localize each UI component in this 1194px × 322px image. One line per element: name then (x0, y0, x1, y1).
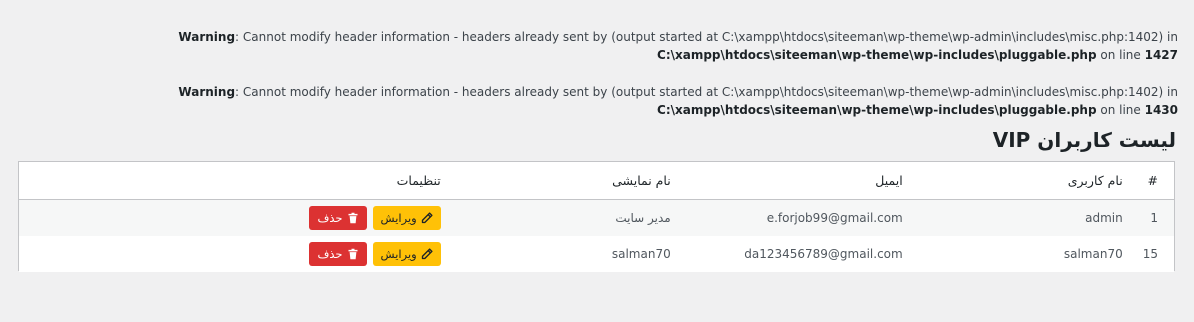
vip-users-table: # نام کاربری ایمیل نام نمایشی تنظیمات 1 … (18, 161, 1175, 272)
warning-label: Warning (178, 30, 236, 44)
column-header-username: نام کاربری (912, 162, 1133, 200)
column-header-settings: تنظیمات (19, 162, 451, 200)
edit-button[interactable]: ویرایش (372, 242, 441, 266)
php-warning: Warning: Cannot modify header informatio… (17, 28, 1178, 64)
pencil-icon (421, 248, 433, 260)
trash-icon (347, 212, 359, 224)
cell-id: 15 (1132, 236, 1174, 272)
edit-label: ویرایش (380, 247, 417, 261)
trash-icon (347, 248, 359, 260)
cell-id: 1 (1132, 199, 1174, 236)
cell-email: e.forjob99@gmail.com (680, 199, 913, 236)
warning-file: C:\xampp\htdocs\siteeman\wp-theme\wp-inc… (657, 48, 1097, 62)
edit-label: ویرایش (380, 211, 417, 225)
cell-actions: ویرایش حذف (19, 199, 451, 236)
edit-button[interactable]: ویرایش (372, 206, 441, 230)
cell-username: admin (912, 199, 1133, 236)
delete-label: حذف (317, 211, 343, 225)
delete-button[interactable]: حذف (309, 206, 367, 230)
delete-button[interactable]: حذف (309, 242, 367, 266)
column-header-email: ایمیل (680, 162, 913, 200)
warning-on-line: on line (1096, 103, 1145, 117)
table-row: 15 salman70 da123456789@gmail.com salman… (19, 236, 1174, 272)
cell-username: salman70 (912, 236, 1133, 272)
cell-actions: ویرایش حذف (19, 236, 451, 272)
warning-label: Warning (178, 85, 236, 99)
pencil-icon (421, 212, 433, 224)
warning-message: : Cannot modify header information - hea… (235, 30, 1178, 44)
page-title: لیست کاربران VIP (992, 128, 1176, 152)
warning-on-line: on line (1096, 48, 1145, 62)
column-header-display-name: نام نمایشی (450, 162, 681, 200)
warning-message: : Cannot modify header information - hea… (235, 85, 1178, 99)
cell-display-name: مدیر سایت (450, 199, 681, 236)
php-warning: Warning: Cannot modify header informatio… (17, 83, 1178, 119)
column-header-id: # (1132, 162, 1174, 200)
table-header-row: # نام کاربری ایمیل نام نمایشی تنظیمات (19, 162, 1174, 200)
cell-display-name: salman70 (450, 236, 681, 272)
warning-line: 1427 (1144, 48, 1178, 62)
warning-file: C:\xampp\htdocs\siteeman\wp-theme\wp-inc… (657, 103, 1097, 117)
delete-label: حذف (317, 247, 343, 261)
table-row: 1 admin e.forjob99@gmail.com مدیر سایت و… (19, 199, 1174, 236)
warning-line: 1430 (1144, 103, 1178, 117)
cell-email: da123456789@gmail.com (680, 236, 913, 272)
